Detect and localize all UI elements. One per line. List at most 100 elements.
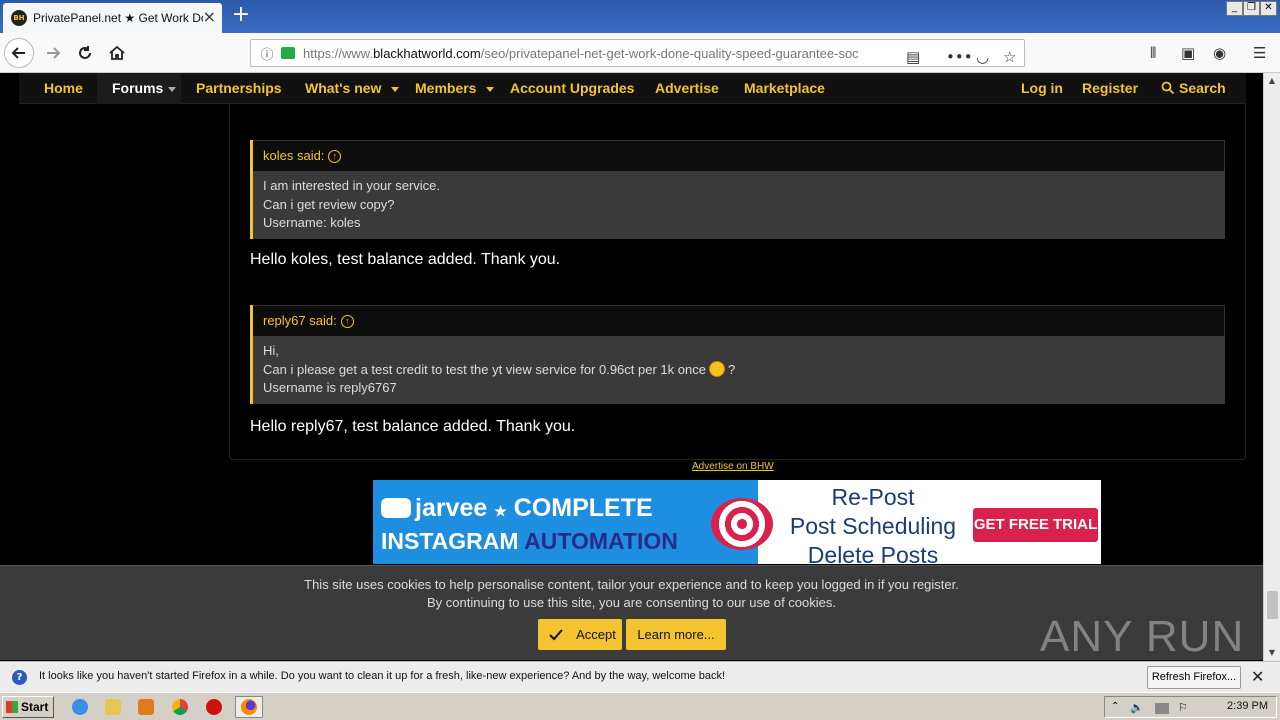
maximize-icon[interactable]: ❐	[1243, 1, 1260, 16]
media-player-icon[interactable]	[138, 699, 154, 715]
page-actions-icon[interactable]: •••	[946, 48, 973, 66]
reply-text: Hello koles, test balance added. Thank y…	[250, 251, 561, 268]
site-favicon-icon: BH	[11, 10, 27, 26]
scroll-up-icon[interactable]: ▲	[1264, 73, 1280, 89]
lock-icon[interactable]	[281, 47, 295, 59]
banner-headline: jarvee ★ COMPLETE	[381, 494, 653, 523]
quote-line: Can i get review copy?	[263, 196, 395, 212]
nav-partnerships[interactable]: Partnerships	[196, 73, 282, 104]
close-icon[interactable]: ✕	[1251, 667, 1264, 686]
explorer-icon[interactable]	[105, 699, 121, 715]
clock: 2:39 PM	[1227, 700, 1268, 712]
quote-author[interactable]: koles said:	[263, 148, 324, 163]
banner-subheadline: INSTAGRAM AUTOMATION	[381, 528, 678, 554]
url-text[interactable]: https://www.blackhatworld.com/seo/privat…	[303, 46, 873, 61]
nav-members[interactable]: Members	[415, 73, 495, 104]
quote-block: reply67 said: ↑ Hi, Can i please get a te…	[250, 305, 1225, 404]
address-bar[interactable]: ⓘ https://www.blackhatworld.com/seo/priv…	[250, 39, 1025, 67]
target-icon	[711, 498, 773, 550]
ie-icon[interactable]	[72, 699, 88, 715]
reload-icon	[79, 46, 91, 59]
checkmark-icon	[549, 629, 563, 641]
learn-more-button[interactable]: Learn more...	[626, 619, 726, 650]
tab-title: PrivatePanel.net ★ Get Work Done	[33, 11, 203, 25]
jump-to-quote-icon[interactable]: ↑	[328, 150, 342, 164]
banner-feature: Delete Posts	[807, 542, 939, 564]
firefox-icon	[241, 699, 257, 715]
chrome-icon[interactable]	[172, 699, 188, 715]
robot-logo-icon	[381, 498, 411, 518]
chevron-down-icon[interactable]	[486, 86, 495, 92]
nav-whats-new[interactable]: What's new	[305, 73, 400, 104]
network-icon[interactable]	[1155, 703, 1169, 714]
browser-navbar: ⓘ https://www.blackhatworld.com/seo/priv…	[0, 33, 1280, 73]
quote-body: I am interested in your service. Can i g…	[253, 171, 1225, 239]
site-info-icon[interactable]: ⓘ	[257, 44, 277, 63]
account-icon[interactable]: ◉	[1213, 44, 1226, 62]
quote-line: Username is reply6767	[263, 380, 397, 395]
back-arrow-icon	[11, 47, 25, 59]
nav-login[interactable]: Log in	[1021, 73, 1063, 104]
notification-text: It looks like you haven't started Firefo…	[39, 670, 726, 682]
advertise-on-bhw-link[interactable]: Advertise on BHW	[692, 461, 774, 472]
nav-advertise[interactable]: Advertise	[655, 73, 719, 104]
opera-icon[interactable]	[206, 699, 222, 715]
nav-register[interactable]: Register	[1082, 73, 1138, 104]
volume-icon[interactable]: 🔈	[1130, 701, 1144, 714]
browser-tab[interactable]: BH PrivatePanel.net ★ Get Work Done ×	[3, 3, 222, 33]
home-button[interactable]	[102, 38, 132, 68]
quote-block: koles said: ↑ I am interested in your ser…	[250, 140, 1225, 239]
accept-button[interactable]: Accept	[538, 619, 622, 650]
post-content: koles said: ↑ I am interested in your ser…	[229, 104, 1246, 460]
nav-home[interactable]: Home	[44, 73, 83, 104]
chevron-down-icon[interactable]	[391, 86, 400, 92]
back-button[interactable]	[4, 38, 34, 68]
page-scrollbar[interactable]: ▲ ▼	[1263, 73, 1280, 661]
bookmark-star-icon[interactable]: ☆	[1003, 48, 1016, 66]
banner-feature: Post Scheduling	[789, 513, 957, 539]
system-tray: ⌃ 🔈 ⚐ 2:39 PM	[1104, 696, 1277, 718]
reload-button[interactable]	[70, 38, 100, 68]
jarvee-banner-ad[interactable]: jarvee ★ COMPLETE INSTAGRAM AUTOMATION R…	[373, 480, 1101, 564]
library-icon[interactable]: ⫴	[1150, 44, 1156, 62]
scroll-down-icon[interactable]: ▼	[1264, 645, 1280, 661]
chevron-down-icon	[168, 86, 176, 92]
quote-header[interactable]: reply67 said: ↑	[253, 305, 1225, 336]
smiley-icon	[708, 360, 725, 377]
firefox-taskbar-button[interactable]	[235, 696, 263, 718]
jump-to-quote-icon[interactable]: ↑	[340, 315, 354, 329]
banner-left-panel: jarvee ★ COMPLETE INSTAGRAM AUTOMATION	[373, 480, 758, 564]
quote-line: Hi,	[263, 343, 279, 358]
nav-forums-dropdown[interactable]	[165, 73, 181, 104]
quote-header[interactable]: koles said: ↑	[253, 140, 1225, 171]
forum-nav: Home Forums Partnerships What's new Memb…	[19, 73, 1246, 104]
menu-icon[interactable]: ☰	[1253, 44, 1266, 62]
reader-view-icon[interactable]: ▤	[906, 48, 920, 66]
refresh-firefox-button[interactable]: Refresh Firefox...	[1147, 666, 1241, 689]
get-free-trial-button[interactable]: GET FREE TRIAL	[973, 508, 1098, 542]
quote-line: I am interested in your service.	[263, 178, 441, 193]
nav-marketplace[interactable]: Marketplace	[744, 73, 825, 104]
tab-close-icon[interactable]: ×	[203, 9, 216, 25]
start-button[interactable]: Start	[2, 696, 54, 718]
windows-logo-icon	[6, 701, 18, 713]
scroll-thumb[interactable]	[1267, 591, 1278, 619]
quote-body: Hi, Can i please get a test credit to te…	[253, 336, 1225, 404]
sidebar-icon[interactable]: ▣	[1181, 44, 1195, 62]
quote-line: Can i please get a test credit to test t…	[263, 360, 736, 377]
forward-button[interactable]	[38, 38, 68, 68]
window-close-icon[interactable]: ✕	[1260, 1, 1277, 16]
nav-search[interactable]: Search	[1161, 73, 1226, 104]
pocket-icon[interactable]: ◡	[976, 48, 989, 66]
search-icon	[1161, 81, 1175, 95]
anyrun-watermark: ANY RUN	[1040, 612, 1245, 661]
tray-expand-icon[interactable]: ⌃	[1111, 701, 1124, 714]
minimize-icon[interactable]: _	[1226, 1, 1243, 16]
new-tab-button[interactable]: +	[229, 4, 253, 28]
forward-arrow-icon	[47, 47, 61, 59]
flag-icon[interactable]: ⚐	[1178, 701, 1191, 714]
quote-author[interactable]: reply67 said:	[263, 313, 337, 328]
home-icon	[109, 45, 125, 60]
nav-account-upgrades[interactable]: Account Upgrades	[510, 73, 634, 104]
quote-line: Username: koles	[263, 215, 361, 230]
